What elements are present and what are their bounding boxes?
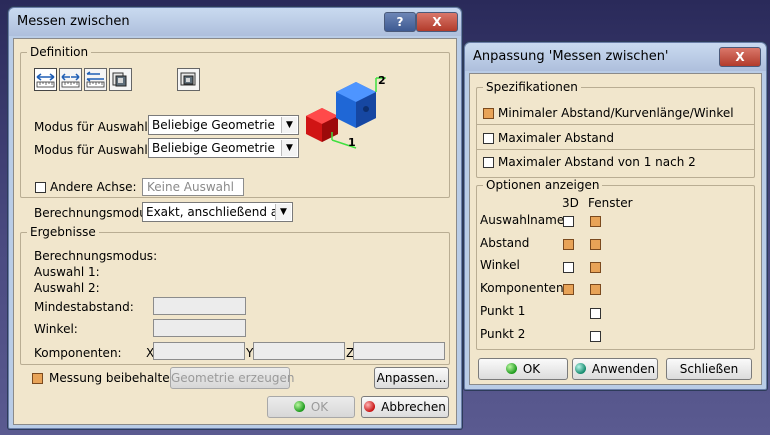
komponente-y-field: [253, 342, 345, 360]
andere-achse-label: Andere Achse:: [50, 180, 137, 194]
mindestabstand-field: [153, 297, 246, 315]
chevron-down-icon: ▼: [281, 117, 297, 133]
title-bar[interactable]: Anpassung 'Messen zwischen' X: [465, 43, 766, 71]
dialog-title: Messen zwischen: [17, 14, 130, 29]
preview-label-2: 2: [378, 74, 386, 87]
opt-punkt1-label: Punkt 1: [480, 304, 526, 318]
messen-zwischen-dialog: Messen zwischen ? X Definition 2 1 Modus…: [8, 7, 462, 429]
opt-auswahlname-label: Auswahlname: [480, 213, 565, 227]
schliessen-button[interactable]: Schließen: [666, 358, 752, 380]
opt-winkel-fenster-checkbox[interactable]: [590, 262, 601, 273]
result-berechnungsmodus-label: Berechnungsmodus:: [34, 249, 158, 263]
spezifikationen-legend: Spezifikationen: [486, 80, 578, 94]
dialog-title: Anpassung 'Messen zwischen': [473, 49, 669, 64]
measure-item-icon[interactable]: [109, 68, 132, 91]
opt-komponenten-fenster-checkbox[interactable]: [590, 284, 601, 295]
modus1-value: Beliebige Geometrie: [152, 118, 275, 132]
winkel-label: Winkel:: [34, 322, 78, 336]
opt-komponenten-3d-checkbox[interactable]: [563, 284, 574, 295]
col-fenster-label: Fenster: [588, 196, 633, 210]
optionen-legend: Optionen anzeigen: [486, 178, 600, 192]
close-icon: X: [432, 15, 442, 29]
modus1-select[interactable]: Beliebige Geometrie ▼: [148, 115, 299, 135]
spez-maximaler-abstand-label: Maximaler Abstand: [498, 131, 615, 145]
spez-max-abstand-1-nach-2-label: Maximaler Abstand von 1 nach 2: [498, 155, 696, 169]
komponente-x-field: [153, 342, 245, 360]
messung-beibehalten-checkbox[interactable]: [32, 373, 43, 384]
andere-achse-checkbox[interactable]: [35, 182, 46, 193]
modus2-select[interactable]: Beliebige Geometrie ▼: [148, 138, 299, 158]
divider: [476, 124, 755, 125]
opt-komponenten-label: Komponenten: [480, 281, 564, 295]
anpassung-dialog: Anpassung 'Messen zwischen' X Spezifikat…: [464, 42, 767, 390]
geometrie-erzeugen-button[interactable]: Geometrie erzeugen: [170, 367, 294, 389]
opt-auswahlname-fenster-checkbox[interactable]: [590, 216, 601, 227]
preview-cubes-icon: 2 1: [306, 74, 386, 149]
help-button[interactable]: ?: [384, 12, 416, 32]
andere-achse-field[interactable]: Keine Auswahl: [142, 178, 244, 196]
apply-icon: [574, 363, 586, 374]
spez-maximaler-abstand-checkbox[interactable]: [483, 133, 494, 144]
title-bar[interactable]: Messen zwischen ? X: [9, 8, 461, 36]
measure-chain-icon[interactable]: [59, 68, 82, 91]
chevron-down-icon: ▼: [275, 204, 291, 220]
mindestabstand-label: Mindestabstand:: [34, 300, 134, 314]
modus2-value: Beliebige Geometrie: [152, 141, 275, 155]
winkel-field: [153, 319, 246, 337]
spez-minimaler-abstand-label: Minimaler Abstand/Kurvenlänge/Winkel: [498, 106, 734, 120]
opt-abstand-fenster-checkbox[interactable]: [590, 239, 601, 250]
ok-button[interactable]: OK: [267, 396, 355, 418]
measure-between-icon[interactable]: [34, 68, 57, 91]
berechnungsmodus-label: Berechnungsmodus:: [34, 206, 158, 220]
opt-winkel-3d-checkbox[interactable]: [563, 262, 574, 273]
komponenten-label: Komponenten:: [34, 346, 122, 360]
berechnungsmodus-select[interactable]: Exakt, anschließend ange ▼: [142, 202, 293, 222]
opt-punkt2-label: Punkt 2: [480, 327, 526, 341]
preview-label-1: 1: [348, 136, 356, 149]
close-button[interactable]: X: [416, 12, 458, 32]
messung-beibehalten-label: Messung beibehalten: [49, 371, 178, 385]
opt-punkt1-fenster-checkbox[interactable]: [590, 308, 601, 319]
dialog-body: Definition 2 1 Modus für Auswahl 1: Beli…: [13, 38, 457, 425]
measure-fan-icon[interactable]: [84, 68, 107, 91]
opt-auswahlname-3d-checkbox[interactable]: [563, 216, 574, 227]
opt-abstand-label: Abstand: [480, 236, 530, 250]
col-3d-label: 3D: [562, 196, 579, 210]
chevron-down-icon: ▼: [281, 140, 297, 156]
definition-legend: Definition: [30, 45, 89, 59]
divider: [476, 149, 755, 150]
measure-thickness-icon[interactable]: [177, 68, 200, 91]
opt-winkel-label: Winkel: [480, 258, 520, 272]
close-icon: X: [735, 50, 745, 64]
spez-max-abstand-1-nach-2-checkbox[interactable]: [483, 157, 494, 168]
help-icon: ?: [396, 15, 404, 29]
close-button[interactable]: X: [719, 47, 761, 67]
modus2-label: Modus für Auswahl 2:: [34, 143, 164, 157]
opt-abstand-3d-checkbox[interactable]: [563, 239, 574, 250]
ok-icon: [505, 363, 517, 374]
ok-icon: [293, 401, 305, 412]
ergebnisse-legend: Ergebnisse: [30, 225, 96, 239]
dialog-body: Spezifikationen Minimaler Abstand/Kurven…: [469, 73, 762, 385]
anpassen-button[interactable]: Anpassen...: [374, 367, 449, 389]
modus1-label: Modus für Auswahl 1:: [34, 120, 164, 134]
spez-minimaler-abstand-checkbox[interactable]: [483, 108, 494, 119]
cancel-icon: [364, 401, 376, 412]
opt-punkt2-fenster-checkbox[interactable]: [590, 331, 601, 342]
berechnungsmodus-value: Exakt, anschließend ange: [146, 205, 276, 219]
result-auswahl1-label: Auswahl 1:: [34, 265, 100, 279]
ok-button[interactable]: OK: [478, 358, 568, 380]
komponente-z-field: [353, 342, 445, 360]
result-auswahl2-label: Auswahl 2:: [34, 281, 100, 295]
andere-achse-value: Keine Auswahl: [147, 180, 234, 194]
abbrechen-button[interactable]: Abbrechen: [361, 396, 449, 418]
anwenden-button[interactable]: Anwenden: [572, 358, 658, 380]
